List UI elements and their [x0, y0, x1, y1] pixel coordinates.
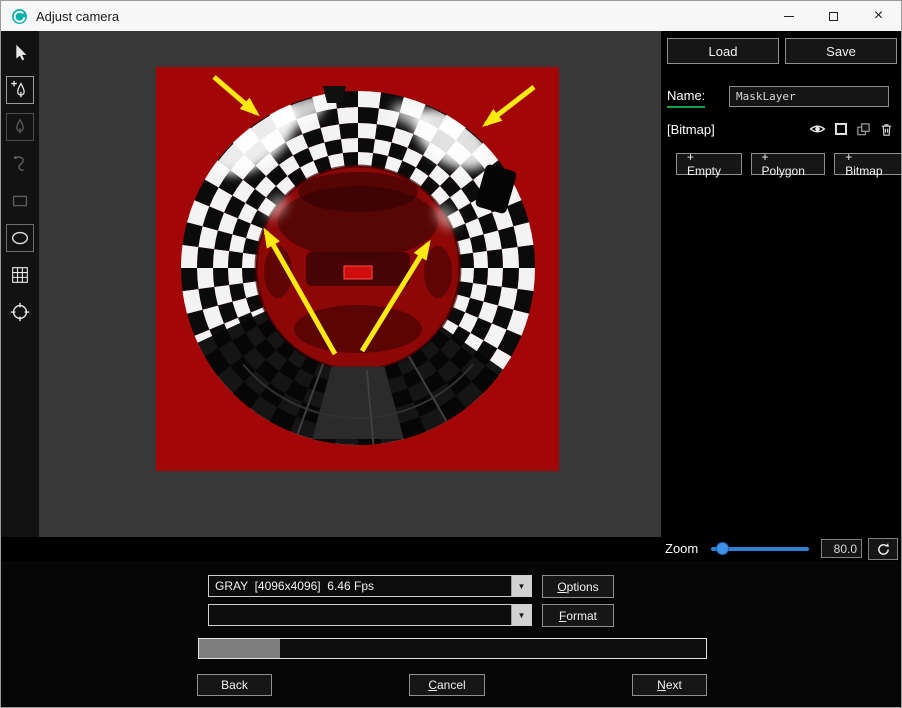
format-button[interactable]: Format [542, 604, 614, 627]
fisheye-camera-image[interactable] [156, 67, 559, 471]
progress-fill [199, 639, 281, 658]
adjust-camera-window: Adjust camera × Load Save Name: MaskLaye… [0, 0, 902, 708]
format-combobox[interactable]: ▼ [208, 604, 532, 626]
maximize-icon [829, 11, 838, 21]
grid-tool-button[interactable] [6, 261, 34, 289]
layers-panel: Load Save Name: MaskLayer [Bitmap] + Emp… [661, 31, 901, 537]
checkbox-icon [834, 123, 847, 135]
layer-item-actions [809, 121, 895, 138]
tool-palette [1, 31, 39, 537]
pen-tool-button[interactable] [6, 113, 34, 141]
camera-mode-value: GRAY [4096x4096] 6.46 Fps [215, 579, 374, 593]
zoom-value-field[interactable]: 80.0 [821, 539, 862, 558]
ellipse-tool-button[interactable] [6, 224, 34, 252]
add-bitmap-button[interactable]: + Bitmap [834, 150, 901, 178]
visibility-toggle[interactable] [809, 121, 826, 138]
maximize-button[interactable] [811, 1, 856, 31]
duplicate-icon [857, 122, 870, 135]
app-logo-icon [11, 8, 28, 25]
zoom-bar: Zoom 80.0 [1, 537, 901, 561]
rectangle-tool-button[interactable] [6, 187, 34, 215]
add-polygon-button[interactable]: + Polygon [750, 150, 826, 178]
reset-zoom-icon [877, 542, 889, 555]
zoom-slider-handle[interactable] [715, 542, 729, 555]
dark-notch-top [323, 86, 346, 103]
close-icon: × [873, 7, 884, 24]
ellipse-icon [11, 231, 29, 245]
cursor-icon [16, 44, 27, 61]
format-combo-value [209, 605, 511, 625]
back-button[interactable]: Back [197, 674, 272, 696]
window-controls: × [766, 1, 901, 31]
curve-tool-button[interactable] [6, 150, 34, 178]
zoom-slider[interactable] [711, 539, 809, 559]
canvas-viewport[interactable] [39, 31, 661, 537]
eye-icon [809, 125, 826, 133]
zoom-label: Zoom [665, 541, 699, 556]
trash-icon [881, 123, 892, 136]
combo-dropdown-arrow-icon[interactable]: ▼ [511, 605, 531, 625]
layer-checkbox[interactable] [832, 121, 849, 138]
red-sign-in-scene [343, 265, 373, 280]
next-button[interactable]: Next [632, 674, 707, 696]
crosshair-circle-icon [10, 302, 30, 322]
delete-layer-button[interactable] [878, 121, 895, 138]
layer-list-item[interactable]: [Bitmap] [661, 117, 901, 141]
curve-icon [13, 156, 24, 172]
layer-name-input[interactable]: MaskLayer [729, 86, 889, 107]
zoom-reset-button[interactable] [868, 538, 898, 560]
add-layer-buttons: + Empty + Polygon + Bitmap [676, 150, 901, 178]
cancel-button[interactable]: Cancel [409, 674, 485, 696]
select-tool-button[interactable] [6, 39, 34, 67]
combo-dropdown-arrow-icon[interactable]: ▼ [511, 576, 531, 596]
load-button[interactable]: Load [667, 38, 779, 64]
grid-icon [12, 267, 28, 283]
rectangle-icon [12, 195, 28, 207]
options-button[interactable]: Options [542, 575, 614, 598]
capture-progress-bar [198, 638, 707, 659]
window-title: Adjust camera [36, 8, 120, 24]
target-tool-button[interactable] [6, 298, 34, 326]
duplicate-layer-button[interactable] [855, 121, 872, 138]
add-empty-button[interactable]: + Empty [676, 150, 742, 178]
layer-item-label: [Bitmap] [667, 121, 715, 137]
close-button[interactable]: × [856, 1, 901, 31]
layer-name-label: Name: [667, 88, 706, 108]
minimize-icon [783, 15, 794, 17]
pen-add-icon [11, 80, 25, 98]
save-button[interactable]: Save [785, 38, 897, 64]
capture-panel: GRAY [4096x4096] 6.46 Fps ▼ Options ▼ Fo… [1, 561, 901, 707]
minimize-button[interactable] [766, 1, 811, 31]
camera-mode-combobox[interactable]: GRAY [4096x4096] 6.46 Fps ▼ [208, 575, 532, 597]
pen-add-tool-button[interactable] [6, 76, 34, 104]
pen-icon [16, 118, 24, 134]
titlebar: Adjust camera × [1, 1, 901, 31]
